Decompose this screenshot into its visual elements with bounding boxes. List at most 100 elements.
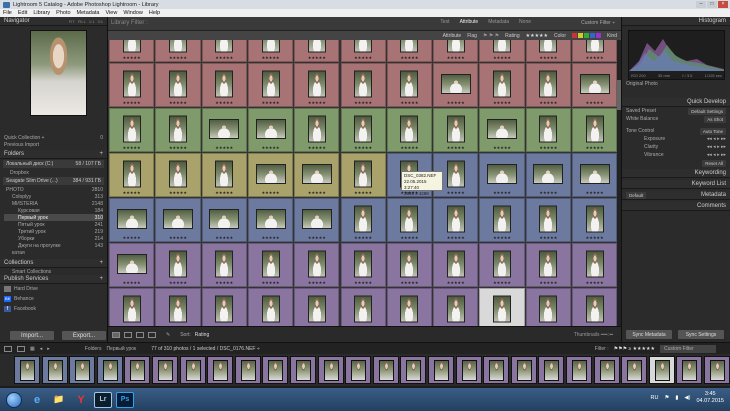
grid-cell[interactable]: ★★★★★: [294, 63, 340, 107]
thumbnail-rating[interactable]: ★★★★★: [586, 280, 604, 285]
photo-thumbnail[interactable]: [446, 205, 465, 233]
back-arrow-icon[interactable]: ◂: [40, 346, 43, 352]
photo-thumbnail[interactable]: [307, 115, 326, 143]
grid-cell[interactable]: ★★★★★: [479, 40, 525, 62]
reset-all-button[interactable]: Reset All: [702, 159, 726, 167]
thumbnail-rating[interactable]: ★★★★★: [215, 100, 233, 105]
add-collection-icon[interactable]: +: [99, 260, 103, 266]
photo-thumbnail[interactable]: [122, 160, 141, 188]
photo-thumbnail[interactable]: [168, 115, 187, 143]
grid-cell[interactable]: ★★★★★: [479, 198, 525, 242]
thumbnail-rating[interactable]: ★★★★★: [493, 145, 511, 150]
maximize-button[interactable]: □: [707, 1, 717, 8]
grid-cell[interactable]: ★★★★★: [155, 40, 201, 62]
filmstrip-cell[interactable]: [14, 356, 40, 384]
navigator-preview[interactable]: [30, 30, 87, 116]
start-button[interactable]: [6, 391, 22, 408]
thumbnail-rating[interactable]: ★★★★★: [169, 235, 187, 240]
grid-cell[interactable]: ★★★★★: [479, 243, 525, 287]
filmstrip-cell[interactable]: [317, 356, 344, 384]
photo-thumbnail[interactable]: [307, 295, 326, 323]
filter-tab-attribute[interactable]: Attribute: [460, 19, 479, 25]
grid-cell[interactable]: ★★★★★: [294, 108, 340, 152]
publish-facebook[interactable]: f Facebook: [0, 304, 107, 314]
thumbnail-rating[interactable]: ★★★★★: [400, 145, 418, 150]
filmstrip-thumbnail[interactable]: [654, 360, 670, 381]
export-button[interactable]: Export...: [62, 331, 106, 340]
thumbnail-rating[interactable]: ★★★★★: [447, 190, 465, 195]
grid-cell[interactable]: ★★★★★: [247, 288, 294, 326]
filmstrip-stars-filter[interactable]: ⚑⚑⚑ ≥ ★★★★★: [614, 346, 655, 352]
close-button[interactable]: ×: [718, 1, 728, 8]
thumbnail-rating[interactable]: ★★★★★: [123, 145, 141, 150]
filter-tab-metadata[interactable]: Metadata: [488, 19, 509, 25]
menu-edit[interactable]: Edit: [18, 10, 27, 16]
menu-library[interactable]: Library: [33, 10, 50, 16]
grid-cell[interactable]: ★★★★★: [109, 153, 155, 197]
zoom-3-1[interactable]: 3:1: [97, 19, 103, 24]
grid-cell[interactable]: ★★★★★: [433, 108, 479, 152]
photo-thumbnail[interactable]: [215, 70, 234, 98]
flag-icon[interactable]: ⚑ ⚑ ⚑: [483, 33, 499, 39]
photo-thumbnail[interactable]: [446, 160, 465, 188]
keyword-list-header[interactable]: Keyword List: [622, 180, 730, 189]
thumbnail-rating[interactable]: ★★★★★: [447, 145, 465, 150]
photo-thumbnail[interactable]: [116, 209, 147, 230]
add-folder-icon[interactable]: +: [99, 151, 103, 157]
photo-thumbnail[interactable]: [162, 209, 193, 230]
menu-window[interactable]: Window: [123, 10, 143, 16]
thumbnail-rating[interactable]: ★★★★★: [169, 100, 187, 105]
filmstrip-view-2[interactable]: [17, 345, 25, 352]
keywording-header[interactable]: Keywording: [622, 169, 730, 178]
grid-cell[interactable]: ★★★★★: [479, 153, 525, 197]
thumbnail-rating[interactable]: ★★★★★: [354, 280, 372, 285]
grid-cell[interactable]: ★★★★★: [525, 40, 571, 62]
thumbnail-rating[interactable]: ★★★★★: [123, 235, 141, 240]
photo-thumbnail[interactable]: [493, 40, 512, 53]
folder-kataya[interactable]: катая: [4, 249, 103, 256]
photo-thumbnail[interactable]: [122, 115, 141, 143]
photo-thumbnail[interactable]: [539, 205, 558, 233]
photo-thumbnail[interactable]: [539, 40, 558, 53]
photo-thumbnail[interactable]: [122, 70, 141, 98]
thumbnail-rating[interactable]: ★★★★★: [539, 280, 557, 285]
filmstrip-thumbnail[interactable]: [516, 360, 532, 381]
grid-cell[interactable]: ★★★★★: [247, 108, 294, 152]
filmstrip-thumbnail[interactable]: [185, 360, 201, 381]
grid-cell[interactable]: ★★★★★: [109, 108, 155, 152]
thumbnail-rating[interactable]: ★★★★★: [539, 235, 557, 240]
thumbnail-rating[interactable]: ★★★★★: [308, 235, 326, 240]
grid-cell[interactable]: ★★★★★: [340, 40, 386, 62]
photo-thumbnail[interactable]: [261, 70, 280, 98]
thumbnail-rating[interactable]: ★★★★★: [586, 55, 604, 60]
filmstrip-thumbnail[interactable]: [130, 360, 146, 381]
photo-thumbnail[interactable]: [400, 250, 419, 278]
grid-cell[interactable]: ★★★★★: [525, 243, 571, 287]
folder-coloplyy[interactable]: Coloplyy 313: [4, 193, 103, 200]
photo-thumbnail[interactable]: [354, 70, 373, 98]
filmstrip-thumbnail[interactable]: [240, 360, 256, 381]
thumbnail-rating[interactable]: ★★★★★: [493, 235, 511, 240]
filmstrip-cell[interactable]: [290, 356, 316, 384]
compare-view-icon[interactable]: [136, 331, 144, 338]
photo-thumbnail[interactable]: [539, 115, 558, 143]
loupe-view-icon[interactable]: [124, 331, 132, 338]
grid-cell[interactable]: ★★★★★: [294, 153, 340, 197]
grid-cell[interactable]: ★★★★★: [386, 198, 433, 242]
grid-cell[interactable]: ★★★★★: [201, 288, 247, 326]
filmstrip-cell[interactable]: [510, 356, 537, 384]
filmstrip-cell[interactable]: [234, 356, 261, 384]
filmstrip-cell[interactable]: [566, 356, 592, 384]
grid-cell[interactable]: ★★★★★: [572, 198, 618, 242]
grid-cell[interactable]: ★★★★★: [201, 108, 247, 152]
filmstrip-thumbnail[interactable]: [323, 360, 339, 381]
photo-thumbnail[interactable]: [585, 40, 604, 53]
thumbnail-rating[interactable]: ★★★★★: [400, 100, 418, 105]
filmstrip-cell[interactable]: [262, 356, 289, 384]
smart-collections[interactable]: Smart Collections: [0, 268, 107, 275]
tray-language[interactable]: RU: [650, 395, 658, 401]
photo-thumbnail[interactable]: [585, 250, 604, 278]
grid-cell[interactable]: ★★★★★: [433, 198, 479, 242]
grid-cell[interactable]: ★★★★★: [386, 40, 433, 62]
taskbar-ie[interactable]: e: [28, 392, 46, 408]
